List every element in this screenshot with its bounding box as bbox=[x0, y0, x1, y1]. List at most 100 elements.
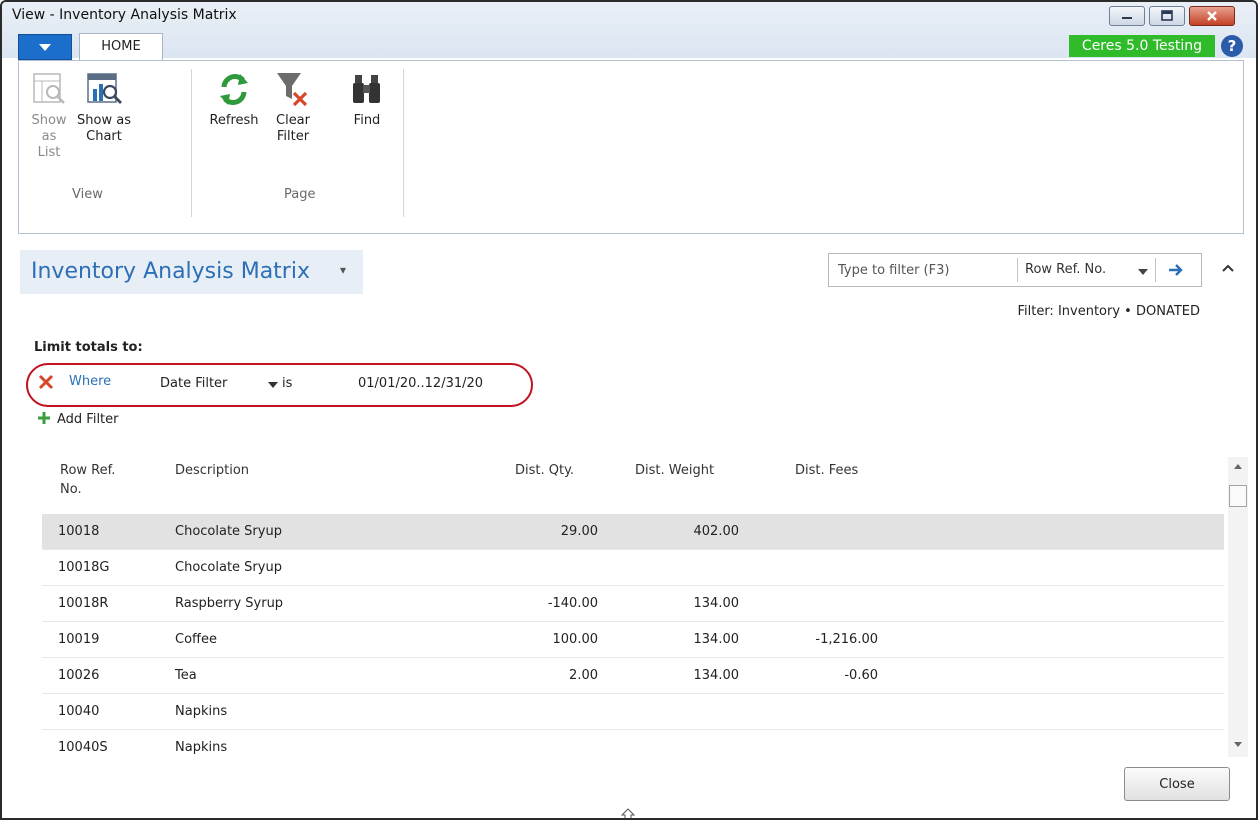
ribbon-separator bbox=[403, 69, 404, 217]
cell-row-ref-no: 10018R bbox=[58, 596, 109, 611]
column-header-row-ref-no[interactable]: Row Ref. No. bbox=[60, 461, 115, 499]
filter-field-selector[interactable]: Row Ref. No. bbox=[1025, 262, 1106, 277]
scroll-down-icon[interactable] bbox=[1234, 742, 1242, 747]
limit-totals-label: Limit totals to: bbox=[34, 340, 143, 355]
column-header-description[interactable]: Description bbox=[175, 461, 249, 480]
arrow-right-icon[interactable] bbox=[1165, 259, 1187, 281]
where-label: Where bbox=[69, 374, 112, 389]
show-as-chart-label-2: Chart bbox=[86, 129, 122, 144]
maximize-icon bbox=[1150, 7, 1184, 25]
column-header-dist-weight[interactable]: Dist. Weight bbox=[635, 461, 714, 480]
cell-description: Chocolate Sryup bbox=[175, 560, 282, 575]
close-window-button[interactable] bbox=[1189, 6, 1235, 26]
cell-row-ref-no: 10040S bbox=[58, 740, 108, 755]
find-button[interactable]: Find bbox=[347, 67, 387, 129]
chevron-down-icon: ▾ bbox=[340, 263, 347, 277]
cell-dist-fees: -1,216.00 bbox=[815, 632, 878, 647]
cell-description: Napkins bbox=[175, 704, 228, 719]
group-label-view: View bbox=[72, 187, 103, 202]
ribbon-separator bbox=[191, 69, 192, 217]
cell-dist-qty: -140.00 bbox=[547, 596, 598, 611]
cell-description: Coffee bbox=[175, 632, 217, 647]
clear-filter-icon bbox=[271, 67, 315, 111]
cell-dist-qty: 100.00 bbox=[552, 632, 599, 647]
tab-home[interactable]: HOME bbox=[79, 33, 163, 61]
cell-row-ref-no: 10026 bbox=[58, 668, 100, 683]
page-title-bar[interactable]: Inventory Analysis Matrix ▾ bbox=[20, 250, 363, 294]
chevron-down-icon[interactable] bbox=[268, 382, 278, 388]
close-icon bbox=[1190, 7, 1234, 25]
table-row[interactable]: 10018 Chocolate Sryup 29.00 402.00 bbox=[42, 514, 1224, 550]
quick-filter-box: Row Ref. No. bbox=[828, 253, 1202, 287]
table-row[interactable]: 10040S Napkins bbox=[42, 730, 1224, 759]
cell-row-ref-no: 10019 bbox=[58, 632, 100, 647]
vertical-scrollbar[interactable] bbox=[1228, 457, 1248, 757]
cell-dist-qty: 29.00 bbox=[560, 524, 598, 539]
company-badge: Ceres 5.0 Testing bbox=[1069, 35, 1215, 57]
application-menu-button[interactable] bbox=[18, 34, 72, 60]
refresh-button[interactable]: Refresh bbox=[204, 67, 264, 129]
cell-row-ref-no: 10040 bbox=[58, 704, 100, 719]
cell-dist-weight: 134.00 bbox=[693, 632, 740, 647]
group-label-page: Page bbox=[284, 187, 316, 202]
maximize-button[interactable] bbox=[1149, 6, 1185, 26]
column-header-dist-qty[interactable]: Dist. Qty. bbox=[515, 461, 574, 480]
remove-filter-icon[interactable] bbox=[38, 374, 54, 390]
operator-label: is bbox=[282, 376, 293, 391]
table-row[interactable]: 10019 Coffee 100.00 134.00 -1,216.00 bbox=[42, 622, 1224, 658]
window-title: View - Inventory Analysis Matrix bbox=[12, 7, 237, 23]
show-as-list-label-2: as List bbox=[37, 129, 61, 160]
ribbon: Show as List Show as Chart View Refresh … bbox=[18, 60, 1244, 234]
show-as-chart-button[interactable]: Show as Chart bbox=[75, 67, 133, 145]
matrix-grid: Row Ref. No. Description Dist. Qty. Dist… bbox=[42, 457, 1224, 759]
show-as-list-button[interactable]: Show as List bbox=[29, 67, 69, 161]
dialog-window: View - Inventory Analysis Matrix HOME Ce… bbox=[0, 0, 1258, 820]
binoculars-icon bbox=[347, 67, 387, 111]
chevron-up-icon[interactable] bbox=[1220, 260, 1236, 274]
page-title: Inventory Analysis Matrix bbox=[31, 259, 310, 284]
filter-summary: Filter: Inventory • DONATED bbox=[1017, 304, 1200, 319]
cell-dist-weight: 134.00 bbox=[693, 596, 740, 611]
close-button[interactable]: Close bbox=[1124, 767, 1230, 801]
add-filter-button[interactable]: Add Filter bbox=[38, 411, 119, 427]
table-row[interactable]: 10040 Napkins bbox=[42, 694, 1224, 730]
table-row[interactable]: 10026 Tea 2.00 134.00 -0.60 bbox=[42, 658, 1224, 694]
column-header-dist-fees[interactable]: Dist. Fees bbox=[795, 461, 858, 480]
title-bar: View - Inventory Analysis Matrix HOME Ce… bbox=[2, 2, 1256, 61]
cell-dist-weight: 134.00 bbox=[693, 668, 740, 683]
date-filter-value[interactable]: 01/01/20..12/31/20 bbox=[358, 376, 483, 391]
plus-icon bbox=[38, 412, 50, 424]
column-header-label: Row Ref. No. bbox=[60, 463, 116, 497]
add-filter-label: Add Filter bbox=[57, 412, 119, 427]
cell-description: Napkins bbox=[175, 740, 228, 755]
cell-dist-qty: 2.00 bbox=[569, 668, 598, 683]
show-as-list-label-1: Show bbox=[31, 113, 67, 128]
quick-filter-input[interactable] bbox=[829, 254, 1035, 286]
clear-filter-label-1: Clear bbox=[276, 113, 310, 128]
clear-filter-button[interactable]: Clear Filter bbox=[271, 67, 315, 145]
refresh-label: Refresh bbox=[209, 113, 259, 128]
show-as-chart-label-1: Show as bbox=[77, 113, 131, 128]
cell-description: Chocolate Sryup bbox=[175, 524, 282, 539]
cell-description: Raspberry Syrup bbox=[175, 596, 284, 611]
list-view-icon bbox=[29, 67, 69, 111]
help-icon[interactable]: ? bbox=[1221, 35, 1243, 57]
clear-filter-label-2: Filter bbox=[276, 129, 310, 144]
table-row[interactable]: 10018R Raspberry Syrup -140.00 134.00 bbox=[42, 586, 1224, 622]
resize-grip-icon[interactable] bbox=[620, 805, 636, 818]
cell-row-ref-no: 10018G bbox=[58, 560, 110, 575]
cell-row-ref-no: 10018 bbox=[58, 524, 100, 539]
cell-description: Tea bbox=[175, 668, 197, 683]
minimize-button[interactable] bbox=[1109, 6, 1145, 26]
chart-view-icon bbox=[75, 67, 133, 111]
divider bbox=[1017, 258, 1018, 282]
chevron-down-icon bbox=[39, 44, 51, 51]
scroll-up-icon[interactable] bbox=[1234, 464, 1242, 469]
refresh-icon bbox=[204, 67, 264, 111]
date-filter-field-selector[interactable]: Date Filter bbox=[160, 376, 227, 391]
cell-dist-weight: 402.00 bbox=[693, 524, 740, 539]
scroll-thumb[interactable] bbox=[1229, 485, 1247, 507]
table-row[interactable]: 10018G Chocolate Sryup bbox=[42, 550, 1224, 586]
chevron-down-icon[interactable] bbox=[1138, 269, 1148, 275]
find-label: Find bbox=[353, 113, 381, 128]
